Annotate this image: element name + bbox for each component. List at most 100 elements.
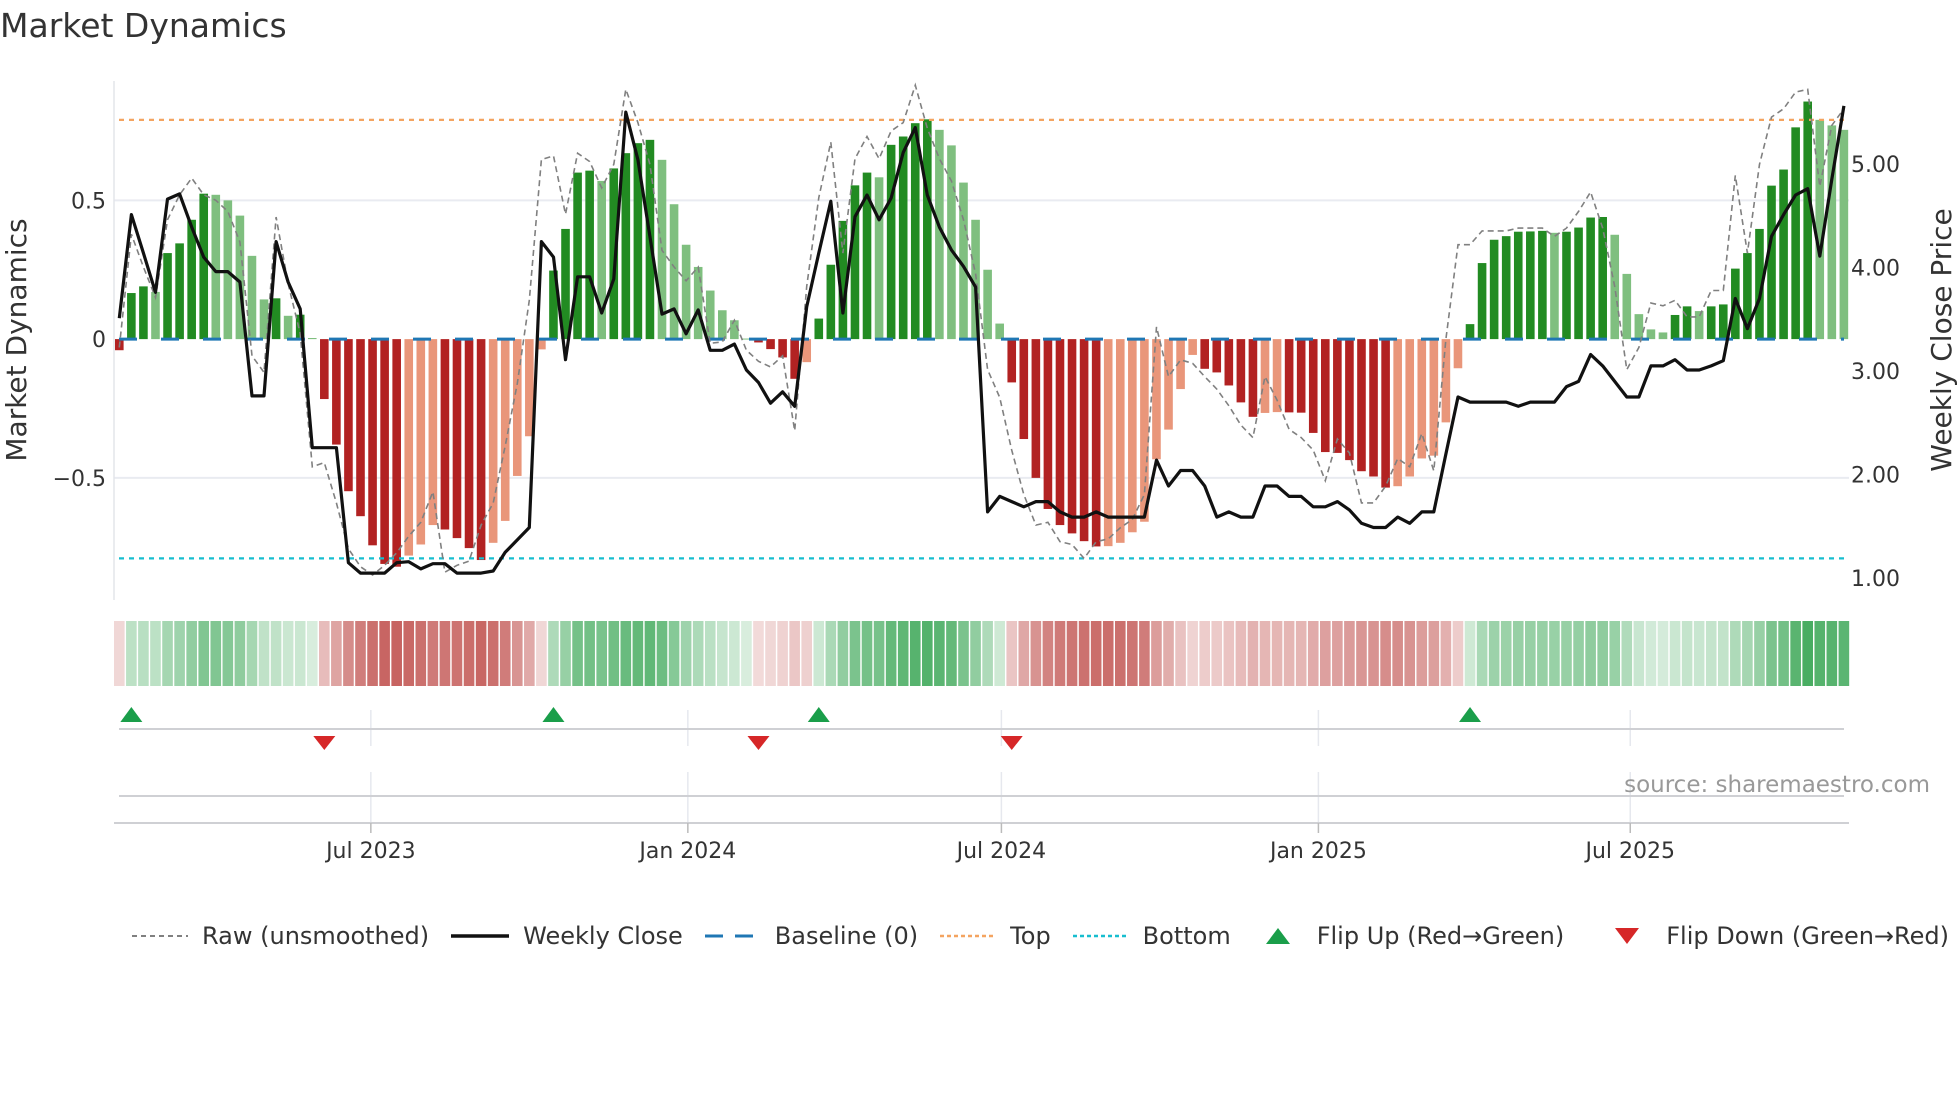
heat-strip-cell	[1766, 621, 1777, 686]
dynamics-bar	[223, 200, 233, 340]
heat-strip-cell	[1645, 621, 1657, 686]
heat-strip-cell	[1320, 621, 1331, 686]
heat-strip-cell	[765, 621, 776, 686]
dynamics-bar	[1767, 185, 1776, 340]
dynamics-bar	[440, 339, 450, 530]
heat-strip-cell	[994, 621, 1005, 686]
heat-strip-cell	[1488, 621, 1500, 686]
dynamics-bar	[1212, 339, 1222, 373]
heat-strip-cell	[1705, 621, 1717, 686]
heat-strip-cell	[692, 621, 704, 686]
heat-strip-cell	[1778, 621, 1789, 686]
heat-strip-cell	[1476, 621, 1488, 686]
heat-strip-cell	[463, 621, 475, 686]
dynamics-bar	[368, 339, 377, 546]
dynamics-bar	[1489, 239, 1499, 340]
heat-strip-cell	[1814, 621, 1826, 686]
legend-item-baseline: Baseline (0)	[704, 922, 918, 950]
dynamics-bar	[1140, 339, 1149, 522]
dynamics-bar	[1779, 169, 1788, 340]
dynamics-bar	[923, 119, 932, 340]
heat-strip-cell	[1657, 621, 1669, 686]
flip-down-marker	[747, 736, 770, 750]
dynamics-bar	[995, 323, 1004, 340]
dynamics-bar	[778, 339, 787, 358]
dynamics-bar	[1296, 339, 1306, 413]
heat-strip-cell	[198, 621, 210, 686]
heat-strip-cell	[331, 621, 342, 686]
heat-strip-cell	[1754, 621, 1765, 686]
dynamics-bar	[356, 339, 365, 517]
heat-strip-cell	[1139, 621, 1150, 686]
dynamics-bar	[1381, 339, 1390, 488]
heat-strip-cell	[210, 621, 222, 686]
heat-strip-cell	[1368, 621, 1379, 686]
heat-strip-cell	[1416, 621, 1428, 686]
dynamics-bar	[1079, 339, 1089, 542]
heat-strip-cell	[861, 621, 873, 686]
legend: Raw (unsmoothed) Weekly Close Baseline (…	[132, 922, 1960, 950]
dynamics-bar	[1031, 339, 1041, 478]
heat-strip-cell	[282, 621, 294, 686]
dynamics-bars	[115, 101, 1849, 567]
heat-strip-cell	[1235, 621, 1247, 686]
heat-strip-cell	[1211, 621, 1223, 686]
heat-strip-cell	[958, 621, 969, 686]
heat-strip-cell	[753, 621, 764, 686]
x-tick-label: Jan 2025	[1268, 839, 1367, 864]
dynamics-bar	[1441, 339, 1451, 423]
dynamics-bar	[1550, 232, 1559, 340]
heat-strip-cell	[1826, 621, 1838, 686]
heat-strip-cell	[1549, 621, 1560, 686]
dynamics-bar	[1538, 230, 1547, 340]
heat-strip-cell	[704, 621, 716, 686]
heat-strip-cell	[717, 621, 728, 686]
dynamics-bar	[1791, 127, 1800, 340]
heat-strip-cell	[1500, 621, 1512, 686]
dynamics-bar	[1658, 332, 1668, 340]
y2-tick-label: 3.00	[1851, 360, 1900, 385]
dynamics-bar	[1622, 273, 1632, 340]
dynamics-bar	[669, 204, 679, 340]
heat-strip-cell	[632, 621, 644, 686]
heat-strip-cell	[439, 621, 451, 686]
heat-strip-cell	[1669, 621, 1681, 686]
heat-strip-cell	[644, 621, 656, 686]
dynamics-bar	[573, 172, 582, 340]
heat-strip-cell	[1006, 621, 1018, 686]
heat-strip-cell	[1609, 621, 1621, 686]
dotted-line-icon	[1072, 934, 1129, 938]
heat-strip-cell	[873, 621, 885, 686]
heat-strip-cell	[1537, 621, 1548, 686]
dynamics-bar	[1164, 339, 1173, 430]
heat-strip-cell	[379, 621, 390, 686]
heat-strip-cell	[1633, 621, 1645, 686]
dynamics-bar	[1043, 339, 1053, 509]
heat-strip-cell	[1295, 621, 1307, 686]
dynamics-bar	[1308, 339, 1318, 433]
heat-strip-cell	[729, 621, 740, 686]
heat-strip-cell	[150, 621, 161, 686]
heat-strip-cell	[475, 621, 487, 686]
dynamics-bar	[983, 269, 992, 340]
heat-strip-cell	[306, 621, 318, 686]
heat-strip-cell	[1717, 621, 1729, 686]
dynamics-bar	[452, 339, 462, 539]
dynamics-bar	[428, 339, 438, 526]
heat-strip-cell	[946, 621, 957, 686]
dynamics-bar	[1188, 339, 1197, 355]
dynamics-bar	[1357, 339, 1366, 472]
heat-strip-cell	[1742, 621, 1753, 686]
heat-strip-cell	[319, 621, 330, 686]
dynamics-bar	[1224, 339, 1234, 386]
dynamics-bar	[1007, 339, 1017, 383]
legend-label: Flip Down (Green→Red)	[1666, 922, 1949, 950]
y2-axis-label: Weekly Close Price	[1925, 208, 1958, 471]
dynamics-bar	[1055, 339, 1065, 526]
legend-label: Flip Up (Red→Green)	[1316, 922, 1565, 950]
y2-tick-label: 4.00	[1851, 256, 1900, 281]
y2-tick-label: 2.00	[1851, 464, 1900, 489]
heat-strip-cell	[1790, 621, 1801, 686]
heat-strip-cell	[391, 621, 402, 686]
dynamics-bar	[163, 253, 172, 340]
